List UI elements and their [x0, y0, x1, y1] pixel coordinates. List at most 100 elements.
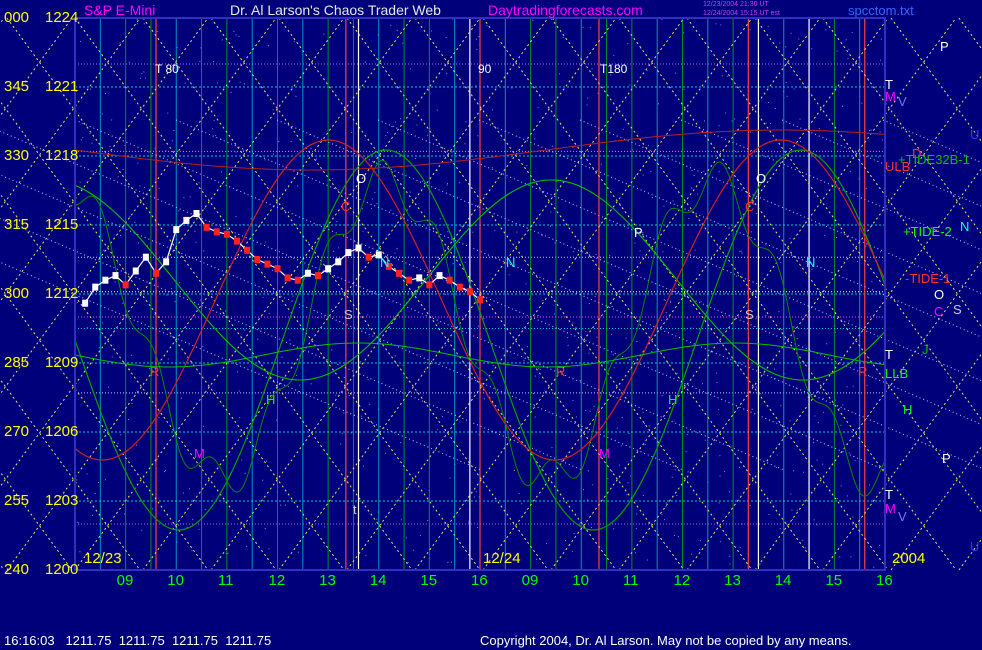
star-dot: [348, 394, 350, 396]
star-dot: [290, 140, 292, 142]
star-dot: [212, 128, 214, 130]
star-dot: [400, 519, 402, 521]
price-bar: [345, 249, 352, 257]
star-dot: [419, 535, 421, 537]
star-dot: [651, 351, 653, 353]
star-dot: [458, 182, 460, 184]
star-dot: [854, 460, 856, 462]
star-dot: [475, 38, 477, 40]
star-dot: [866, 384, 868, 386]
star-dot: [683, 88, 685, 90]
star-dot: [840, 485, 842, 487]
chart-letter: C: [745, 199, 755, 214]
price-bar: [477, 296, 483, 304]
star-dot: [164, 471, 166, 473]
star-dot: [227, 552, 229, 554]
star-dot: [778, 311, 780, 313]
star-dot: [273, 153, 275, 155]
star-dot: [612, 354, 614, 356]
star-dot: [111, 356, 113, 358]
star-dot: [571, 550, 573, 552]
x-tick-label: 15: [420, 572, 438, 589]
star-dot: [767, 25, 769, 27]
x-tick-label: 09: [116, 572, 134, 589]
star-dot: [869, 129, 871, 131]
star-dot: [804, 547, 806, 549]
star-dot: [796, 338, 798, 340]
star-dot: [525, 283, 527, 285]
star-dot: [594, 296, 596, 298]
star-dot: [798, 38, 800, 40]
star-dot: [268, 313, 270, 315]
star-dot: [82, 137, 84, 139]
star-dot: [572, 251, 574, 253]
star-dot: [475, 85, 477, 87]
y-tick-price: 1221: [45, 78, 79, 95]
star-dot: [786, 95, 788, 97]
star-dot: [789, 420, 791, 422]
star-dot: [719, 455, 721, 457]
star-dot: [646, 70, 648, 72]
star-dot: [199, 60, 201, 62]
star-dot: [194, 230, 196, 232]
star-dot: [414, 158, 416, 160]
star-dot: [281, 356, 283, 358]
star-dot: [556, 180, 558, 182]
star-dot: [803, 471, 805, 473]
star-dot: [835, 399, 837, 401]
star-dot: [174, 301, 176, 303]
chart-letter: C: [341, 199, 351, 214]
star-dot: [755, 318, 757, 320]
star-dot: [268, 548, 270, 550]
star-dot: [869, 376, 871, 378]
star-dot: [644, 443, 646, 445]
star-dot: [650, 171, 652, 173]
star-dot: [813, 519, 815, 521]
star-dot: [390, 24, 392, 26]
star-dot: [508, 274, 510, 276]
chart-letter: N: [806, 255, 816, 270]
time-marker-t180: T180: [600, 62, 628, 76]
star-dot: [662, 251, 664, 253]
star-dot: [822, 398, 824, 400]
star-dot: [587, 499, 589, 501]
star-dot: [697, 193, 699, 195]
star-dot: [476, 527, 478, 529]
star-dot: [297, 391, 299, 393]
star-dot: [674, 469, 676, 471]
star-dot: [473, 496, 475, 498]
star-dot: [839, 556, 841, 558]
x-tick-label: 16: [876, 572, 893, 589]
star-dot: [588, 302, 590, 304]
star-dot: [446, 184, 448, 186]
star-dot: [267, 45, 269, 47]
right-label: +TIDE32B-1: [898, 152, 970, 167]
price-bar: [406, 276, 413, 284]
price-bar: [254, 256, 261, 263]
star-dot: [137, 162, 139, 164]
star-dot: [119, 434, 121, 436]
star-dot: [80, 40, 82, 42]
star-dot: [822, 463, 824, 465]
date-label-1: 12/23: [84, 550, 122, 567]
star-dot: [141, 73, 143, 75]
star-dot: [331, 349, 333, 351]
star-dot: [104, 479, 106, 481]
star-dot: [370, 252, 372, 254]
star-dot: [184, 82, 186, 84]
star-dot: [817, 422, 819, 424]
star-dot: [437, 322, 439, 324]
star-dot: [407, 561, 409, 563]
star-dot: [128, 61, 130, 63]
star-dot: [238, 390, 240, 392]
star-dot: [627, 482, 629, 484]
star-dot: [134, 221, 136, 223]
star-dot: [676, 372, 678, 374]
star-dot: [813, 442, 815, 444]
star-dot: [237, 371, 239, 373]
star-dot: [233, 30, 235, 32]
star-dot: [94, 492, 96, 494]
chart-letter: R: [150, 364, 160, 379]
star-dot: [736, 151, 738, 153]
price-bar: [274, 265, 281, 273]
